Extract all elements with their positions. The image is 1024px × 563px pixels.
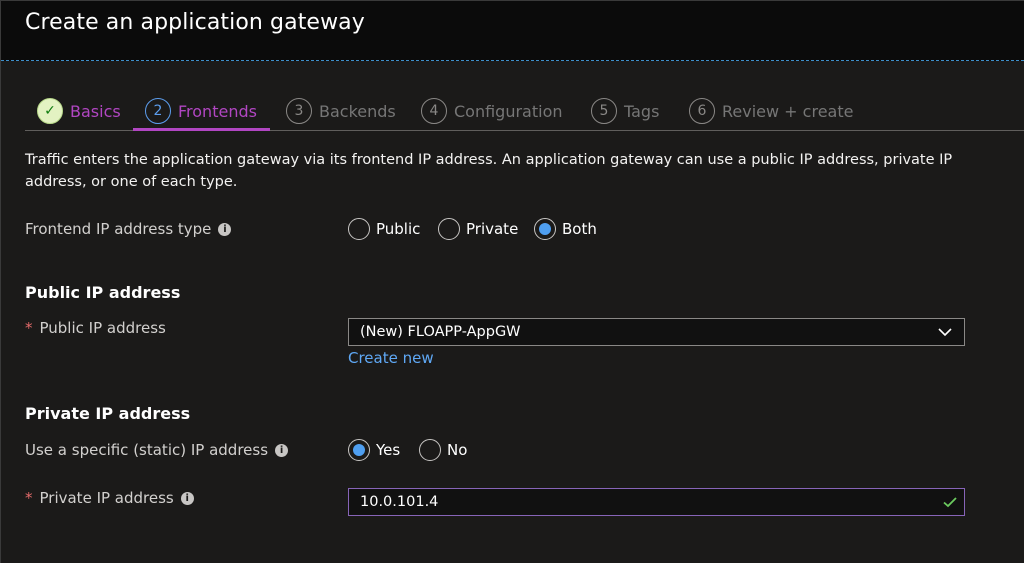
- info-icon[interactable]: i: [180, 491, 194, 505]
- tab-tags[interactable]: 5 Tags: [591, 96, 659, 126]
- radio-circle[interactable]: [534, 218, 556, 240]
- static-ip-label: Use a specific (static) IP address i: [25, 441, 289, 459]
- step-number: 6: [689, 98, 715, 124]
- tab-label: Basics: [70, 101, 121, 121]
- private-ip-input[interactable]: 10.0.101.4: [348, 488, 965, 516]
- active-tab-indicator: [133, 128, 270, 131]
- checkmark-icon: [943, 497, 957, 508]
- public-ip-section-title: Public IP address: [25, 283, 181, 302]
- radio-circle[interactable]: [348, 218, 370, 240]
- step-number: 4: [421, 98, 447, 124]
- wizard-tabs: ✓ Basics 2 Frontends 3 Backends 4 Config…: [25, 93, 1024, 131]
- radio-public[interactable]: Public: [348, 218, 420, 240]
- public-ip-field-label: * Public IP address: [25, 319, 166, 337]
- chevron-down-icon: [938, 328, 952, 337]
- checkmark-icon: ✓: [37, 98, 63, 124]
- tab-frontends[interactable]: 2 Frontends: [145, 96, 257, 126]
- required-mark: *: [25, 319, 33, 337]
- radio-circle[interactable]: [438, 218, 460, 240]
- step-number: 3: [286, 98, 312, 124]
- radio-yes[interactable]: Yes: [348, 439, 400, 461]
- public-ip-dropdown[interactable]: (New) FLOAPP-AppGW: [348, 318, 965, 346]
- blade-header: Create an application gateway: [1, 1, 1024, 61]
- tab-backends[interactable]: 3 Backends: [286, 96, 396, 126]
- tab-label: Review + create: [722, 101, 854, 121]
- radio-circle[interactable]: [348, 439, 370, 461]
- tab-label: Backends: [319, 101, 396, 121]
- info-icon[interactable]: i: [218, 222, 232, 236]
- page-title: Create an application gateway: [25, 10, 365, 35]
- tab-basics[interactable]: ✓ Basics: [37, 96, 121, 126]
- create-app-gateway-panel: Create an application gateway ✓ Basics 2…: [0, 0, 1024, 563]
- tab-configuration[interactable]: 4 Configuration: [421, 96, 563, 126]
- private-ip-section-title: Private IP address: [25, 404, 191, 423]
- private-ip-field-label: * Private IP address i: [25, 489, 194, 507]
- step-number: 2: [145, 98, 171, 124]
- required-mark: *: [25, 489, 33, 507]
- header-divider: [1, 60, 1024, 61]
- create-new-link[interactable]: Create new: [348, 349, 434, 367]
- radio-circle[interactable]: [419, 439, 441, 461]
- step-number: 5: [591, 98, 617, 124]
- tab-label: Configuration: [454, 101, 563, 121]
- tab-label: Frontends: [178, 101, 257, 121]
- info-icon[interactable]: i: [275, 443, 289, 457]
- radio-private[interactable]: Private: [438, 218, 518, 240]
- description-text: Traffic enters the application gateway v…: [25, 152, 953, 190]
- tab-label: Tags: [624, 101, 660, 121]
- tab-review-create[interactable]: 6 Review + create: [689, 96, 853, 126]
- radio-no[interactable]: No: [419, 439, 467, 461]
- radio-both[interactable]: Both: [534, 218, 597, 240]
- frontend-ip-type-label: Frontend IP address type i: [25, 220, 232, 238]
